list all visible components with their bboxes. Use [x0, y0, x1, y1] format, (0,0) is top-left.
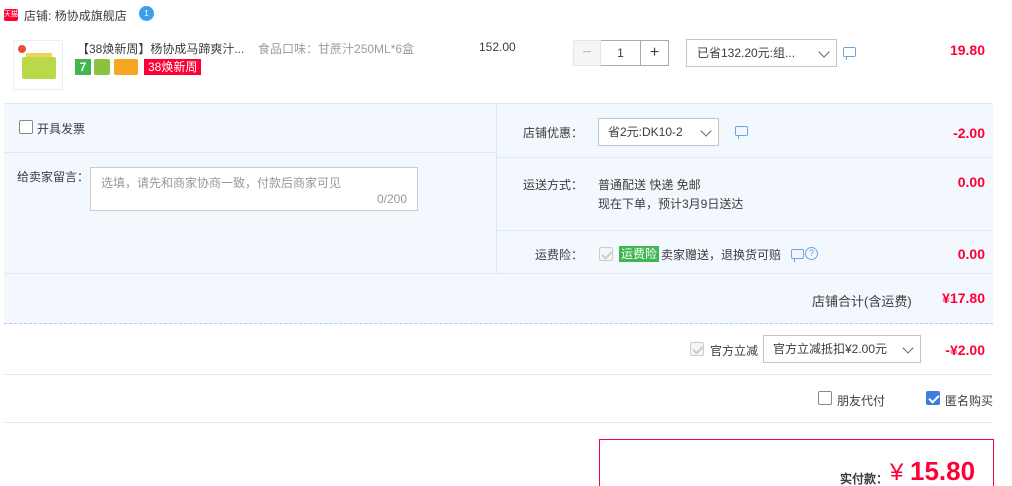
event-tag: 38焕新周 [144, 59, 202, 75]
shipping-method: 普通配送 快递 免邮 [598, 178, 701, 192]
product-title-link[interactable]: 【38焕新周】杨协成马蹄爽汁... [77, 40, 247, 57]
shop-total-label: 店铺合计(含运费) [812, 294, 912, 309]
insurance-text: 卖家赠送，退换货可赔 [661, 248, 782, 262]
official-discount-label: 官方立减 [710, 344, 759, 358]
shop-discount-label: 店铺优惠： [523, 126, 584, 140]
insurance-checkbox [599, 247, 613, 261]
chat-icon[interactable]: 1 [139, 6, 154, 21]
friend-pay-label: 朋友代付 [837, 394, 886, 408]
tmall-logo: 天猫 [4, 9, 18, 21]
shop-total-value: ¥17.80 [942, 290, 985, 306]
payment-currency: ¥ [890, 459, 904, 486]
insurance-info-icon[interactable] [791, 249, 804, 262]
memo-char-count: 0/200 [376, 192, 407, 206]
anonymous-label: 匿名购买 [945, 394, 994, 408]
insurance-label: 运费险： [535, 248, 584, 262]
chevron-down-icon [700, 125, 712, 137]
seven-day-return-icon: 7 [75, 59, 91, 75]
promo-info-icon[interactable] [843, 47, 856, 60]
official-discount-checkbox [690, 342, 704, 356]
seller-memo-textarea[interactable]: 选填，请先和商家协商一致，付款后商家可见 0/200 [90, 167, 418, 211]
invoice-label: 开具发票 [37, 122, 86, 136]
shipping-value: 0.00 [957, 174, 985, 190]
payment-label: 实付款： [840, 472, 889, 486]
item-promotion-select[interactable]: 已省132.20元:组... [686, 39, 837, 67]
friend-pay-checkbox[interactable] [818, 391, 832, 405]
shipping-label: 运送方式： [523, 178, 584, 192]
shipping-eta: 现在下单，预计3月9日送达 [598, 197, 744, 211]
invoice-checkbox[interactable] [19, 120, 33, 134]
official-discount-select[interactable]: 官方立减抵扣¥2.00元 [763, 335, 921, 363]
sku-info: 食品口味：甘蔗汁250ML*6盒 [258, 42, 415, 56]
help-icon[interactable]: ? [805, 247, 818, 260]
payment-amount: 15.80 [910, 456, 976, 486]
chevron-down-icon [902, 342, 914, 354]
anonymous-checkbox[interactable] [926, 391, 940, 405]
shop-discount-info-icon[interactable] [735, 126, 748, 139]
official-discount-value: -¥2.00 [945, 342, 985, 358]
card-payment-icon [114, 59, 138, 75]
shop-name-link[interactable]: 杨协成旗舰店 [55, 9, 127, 23]
shop-discount-value: -2.00 [953, 125, 985, 141]
shop-label: 店铺: [24, 9, 52, 23]
insurance-tag: 运费险 [619, 246, 660, 262]
quantity-input[interactable]: 1 [601, 40, 640, 66]
item-total: 19.80 [949, 42, 985, 58]
memo-label: 给卖家留言： [17, 170, 90, 184]
shop-header: 店铺: 杨协成旗舰店 [24, 7, 127, 24]
insurance-value: 0.00 [957, 246, 985, 262]
quantity-increase-button[interactable]: + [640, 40, 669, 66]
unit-price: 152.00 [479, 40, 516, 54]
chevron-down-icon [818, 46, 830, 58]
shop-discount-select[interactable]: 省2元:DK10-2 [598, 118, 719, 146]
product-thumbnail[interactable] [13, 40, 63, 90]
guarantee-icon [94, 59, 110, 75]
quantity-decrease-button[interactable]: − [573, 40, 601, 66]
